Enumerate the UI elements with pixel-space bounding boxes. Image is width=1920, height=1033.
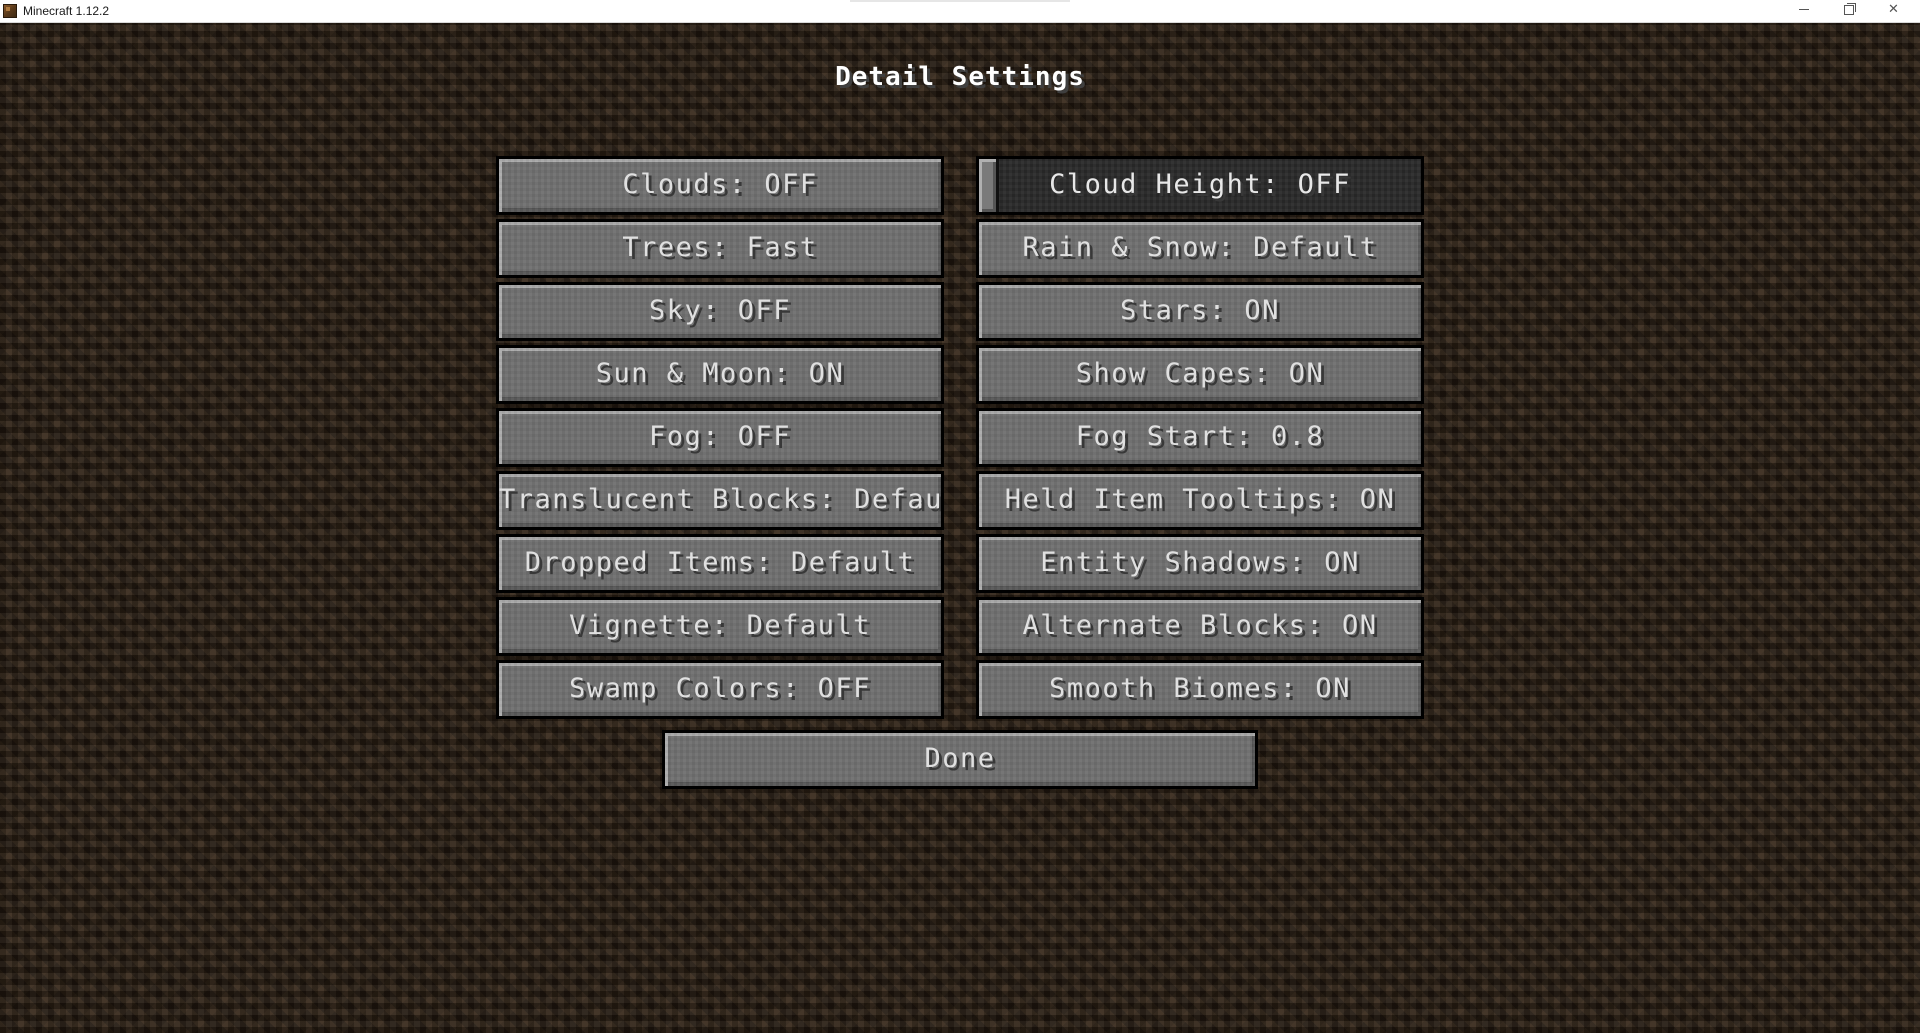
maximize-button[interactable] xyxy=(1826,0,1871,22)
dropped-items-button-label: Dropped Items: Default xyxy=(524,547,916,578)
done-button[interactable]: Done xyxy=(662,730,1258,789)
close-button[interactable]: ✕ xyxy=(1871,0,1916,22)
window-title: Minecraft 1.12.2 xyxy=(23,4,110,18)
fog-button-label: Fog: OFF xyxy=(648,421,792,452)
fog-button[interactable]: Fog: OFF xyxy=(496,408,944,467)
swamp-colors-button-label: Swamp Colors: OFF xyxy=(569,673,871,704)
sky-button[interactable]: Sky: OFF xyxy=(496,282,944,341)
minecraft-app-icon xyxy=(3,4,17,18)
entity-shadows-button[interactable]: Entity Shadows: ON xyxy=(976,534,1424,593)
show-capes-button[interactable]: Show Capes: ON xyxy=(976,345,1424,404)
fog-start-button-label: Fog Start: 0.8 xyxy=(1075,421,1325,452)
rain-snow-button[interactable]: Rain & Snow: Default xyxy=(976,219,1424,278)
minimize-icon xyxy=(1798,9,1809,10)
done-button-label: Done xyxy=(924,743,996,774)
smooth-biomes-button[interactable]: Smooth Biomes: ON xyxy=(976,660,1424,719)
trees-button[interactable]: Trees: Fast xyxy=(496,219,944,278)
cloud-height-slider-label: Cloud Height: OFF xyxy=(1049,169,1351,200)
screen-title: Detail Settings xyxy=(835,62,1085,92)
fog-start-button[interactable]: Fog Start: 0.8 xyxy=(976,408,1424,467)
sky-button-label: Sky: OFF xyxy=(648,295,792,326)
dropped-items-button[interactable]: Dropped Items: Default xyxy=(496,534,944,593)
translucent-blocks-button-label: Translucent Blocks: Default xyxy=(499,484,944,515)
minimize-button[interactable] xyxy=(1781,0,1826,22)
sun-moon-button[interactable]: Sun & Moon: ON xyxy=(496,345,944,404)
trees-button-label: Trees: Fast xyxy=(622,232,818,263)
vignette-button[interactable]: Vignette: Default xyxy=(496,597,944,656)
alternate-blocks-button-label: Alternate Blocks: ON xyxy=(1022,610,1378,641)
rain-snow-button-label: Rain & Snow: Default xyxy=(1022,232,1378,263)
window-title-bar: Minecraft 1.12.2 ✕ xyxy=(0,0,1920,23)
clouds-button-label: Clouds: OFF xyxy=(622,169,818,200)
swamp-colors-button[interactable]: Swamp Colors: OFF xyxy=(496,660,944,719)
cloud-height-slider-handle[interactable] xyxy=(979,159,999,212)
cloud-height-slider[interactable]: Cloud Height: OFF xyxy=(976,156,1424,215)
smooth-biomes-button-label: Smooth Biomes: ON xyxy=(1049,673,1351,704)
alternate-blocks-button[interactable]: Alternate Blocks: ON xyxy=(976,597,1424,656)
translucent-blocks-button[interactable]: Translucent Blocks: Default xyxy=(496,471,944,530)
sun-moon-button-label: Sun & Moon: ON xyxy=(595,358,845,389)
restore-icon xyxy=(1843,2,1856,15)
entity-shadows-button-label: Entity Shadows: ON xyxy=(1040,547,1360,578)
clouds-button[interactable]: Clouds: OFF xyxy=(496,156,944,215)
close-icon: ✕ xyxy=(1888,2,1899,17)
held-item-tooltips-button-label: Held Item Tooltips: ON xyxy=(1004,484,1396,515)
stars-button-label: Stars: ON xyxy=(1120,295,1280,326)
vignette-button-label: Vignette: Default xyxy=(569,610,871,641)
stars-button[interactable]: Stars: ON xyxy=(976,282,1424,341)
title-bar-tab-strip xyxy=(850,0,1070,2)
show-capes-button-label: Show Capes: ON xyxy=(1075,358,1325,389)
held-item-tooltips-button[interactable]: Held Item Tooltips: ON xyxy=(976,471,1424,530)
